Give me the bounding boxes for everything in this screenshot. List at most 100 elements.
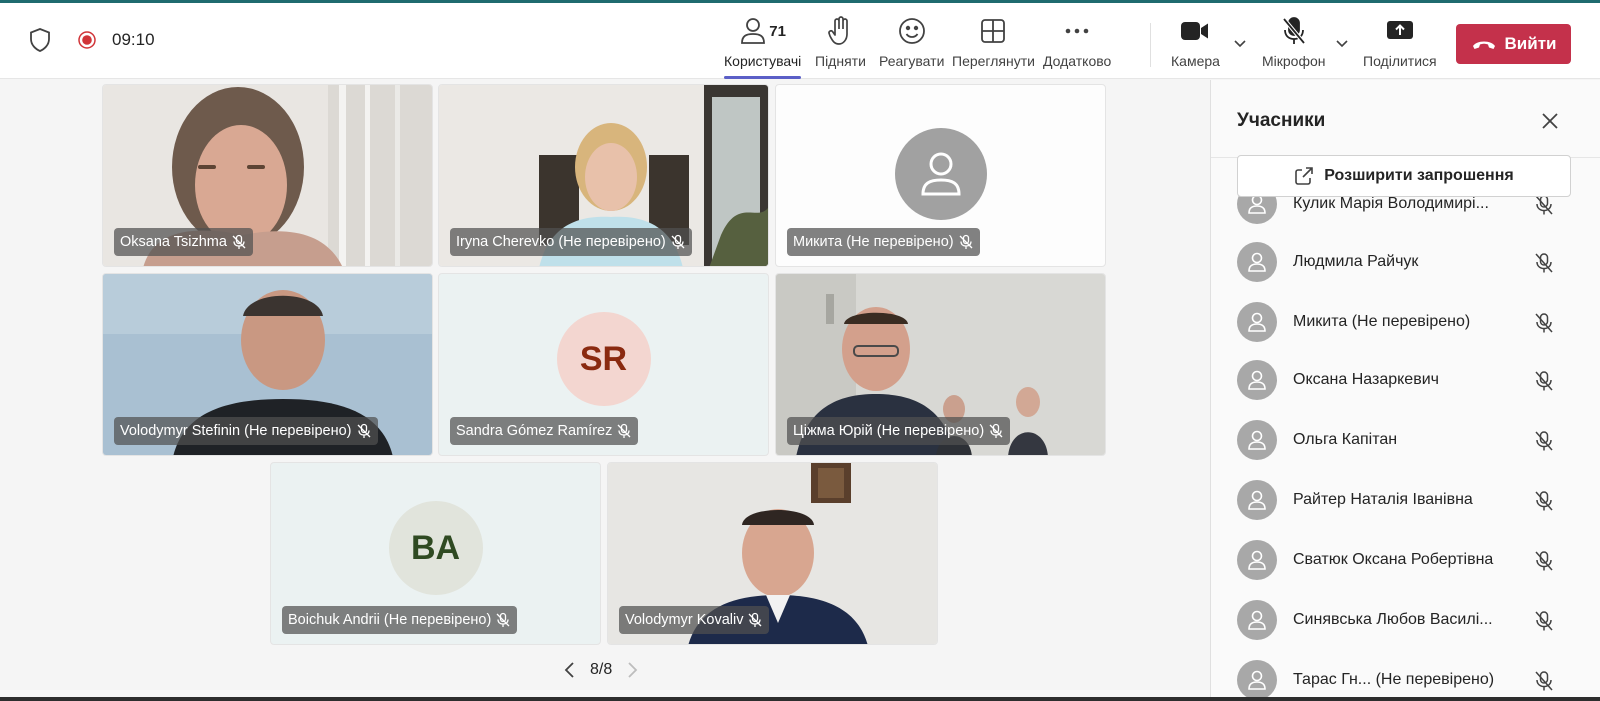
participant-item[interactable]: Оксана Назаркевич [1237,356,1571,404]
mic-off-icon [617,423,631,438]
hang-up-icon [1472,41,1495,49]
video-tile[interactable]: BA Boichuk Andrii (Не перевірено) [270,462,601,645]
participant-name: Ціжма Юрій (Не перевірено) [793,423,985,439]
participant-name: Oksana Tsizhma [120,234,227,250]
shield-icon[interactable] [28,27,52,53]
participant-item[interactable]: Тарас Гн... (Не перевірено) [1237,656,1571,701]
participant-name: Boichuk Andrii (Не перевірено) [288,612,492,628]
person-icon [1248,490,1266,510]
raise-hand-button[interactable]: Підняти [815,15,866,75]
avatar-initials: SR [556,312,651,407]
react-button[interactable]: Реагувати [879,15,944,75]
avatar [1237,540,1277,580]
participant-item[interactable]: Сватюк Оксана Робертівна [1237,536,1571,584]
participant-name: Volodymyr Kovaliv [625,612,744,628]
more-label: Додатково [1043,53,1112,69]
avatar [1237,660,1277,700]
person-icon [920,152,961,196]
microphone-label: Мікрофон [1262,53,1326,69]
video-tile[interactable]: Ціжма Юрій (Не перевірено) [775,273,1106,456]
more-button[interactable]: Додатково [1043,15,1111,75]
invite-button[interactable]: Розширити запрошення [1237,155,1571,197]
participant-item[interactable]: Микита (Не перевірено) [1237,298,1571,346]
participant-name: Райтер Наталія Іванівна [1293,491,1473,508]
react-label: Реагувати [879,53,945,69]
camera-label: Камера [1171,53,1220,69]
participant-name: Тарас Гн... (Не перевірено) [1293,671,1495,688]
participant-name-tag: Iryna Cherevko (Не перевірено) [450,228,692,256]
mic-off-icon[interactable] [1533,194,1555,216]
mic-off-icon [357,423,370,438]
person-icon [1248,252,1266,272]
people-label: Користувачі [724,53,802,69]
person-icon [1248,670,1266,690]
participant-item[interactable]: Райтер Наталія Іванівна [1237,476,1571,524]
mic-off-icon[interactable] [1533,550,1555,572]
people-button[interactable]: 71 Користувачі [724,15,802,79]
participant-name-tag: Boichuk Andrii (Не перевірено) [282,606,518,634]
video-tile[interactable]: Volodymyr Kovaliv [607,462,938,645]
mic-off-icon[interactable] [1533,610,1555,632]
chevron-left-icon[interactable] [560,660,580,680]
share-label: Поділитися [1363,53,1437,69]
participant-name-tag: Ціжма Юрій (Не перевірено) [787,417,1011,445]
microphone-button[interactable]: Мікрофон [1262,15,1326,75]
camera-button[interactable]: Камера [1171,15,1220,75]
leave-label: Вийти [1504,34,1557,53]
avatar [1237,302,1277,342]
camera-chevron-down-icon[interactable] [1232,35,1248,51]
participant-name: Людмила Райчук [1293,253,1419,270]
chevron-right-icon[interactable] [622,660,642,680]
view-label: Переглянути [952,53,1035,69]
mic-off-icon[interactable] [1533,370,1555,392]
mic-off-icon [496,612,510,627]
more-icon [1065,28,1089,34]
share-button[interactable]: Поділитися [1363,15,1437,75]
participant-name: Синявська Любов Василі... [1293,611,1493,628]
participant-name: Sandra Gómez Ramírez [456,423,613,439]
toolbar-divider [1150,23,1151,67]
video-tile[interactable]: SR Sandra Gómez Ramírez [438,273,769,456]
share-link-icon [1295,167,1314,185]
leave-button[interactable]: Вийти [1456,24,1571,64]
mic-off-icon[interactable] [1533,490,1555,512]
video-tile[interactable]: Volodymyr Stefinin (Не перевірено) [102,273,433,456]
close-icon[interactable] [1539,110,1561,132]
meeting-timer: 09:10 [112,30,155,49]
participants-panel: Учасники Кулик Марія Володимирі... Людми… [1210,80,1600,701]
participant-name-tag: Volodymyr Stefinin (Не перевірено) [114,417,378,445]
participant-item[interactable]: Ольга Капітан [1237,416,1571,464]
mic-off-icon [232,234,246,249]
participant-name: Volodymyr Stefinin (Не перевірено) [120,423,352,439]
avatar [894,127,987,220]
emoji-icon [898,18,925,44]
page-indicator: 8/8 [590,661,613,678]
share-screen-icon [1386,21,1413,39]
mic-chevron-down-icon[interactable] [1334,35,1350,51]
mic-off-icon[interactable] [1533,430,1555,452]
participant-name: Микита (Не перевірено) [793,234,954,250]
view-button[interactable]: Переглянути [952,15,1035,75]
invite-label: Розширити запрошення [1324,167,1514,184]
mic-off-icon[interactable] [1533,670,1555,692]
avatar [1237,480,1277,520]
participant-name: Оксана Назаркевич [1293,371,1439,388]
video-tile[interactable]: Iryna Cherevko (Не перевірено) [438,84,769,267]
window-bottom-edge [0,697,1600,701]
hand-icon [828,16,849,45]
participant-name: Сватюк Оксана Робертівна [1293,551,1494,568]
mic-off-icon[interactable] [1533,312,1555,334]
person-icon [1248,550,1266,570]
avatar [1237,360,1277,400]
mic-off-icon[interactable] [1533,252,1555,274]
video-tile[interactable]: Oksana Tsizhma [102,84,433,267]
person-icon [1248,430,1266,450]
mic-off-icon [959,234,973,249]
video-tile[interactable]: Микита (Не перевірено) [775,84,1106,267]
gallery-pager: 8/8 [560,660,642,680]
mic-off-icon [989,423,1003,438]
people-icon [741,18,766,44]
participant-item[interactable]: Людмила Райчук [1237,238,1571,286]
participant-item[interactable]: Синявська Любов Василі... [1237,596,1571,644]
participant-name-tag: Volodymyr Kovaliv [619,606,770,634]
